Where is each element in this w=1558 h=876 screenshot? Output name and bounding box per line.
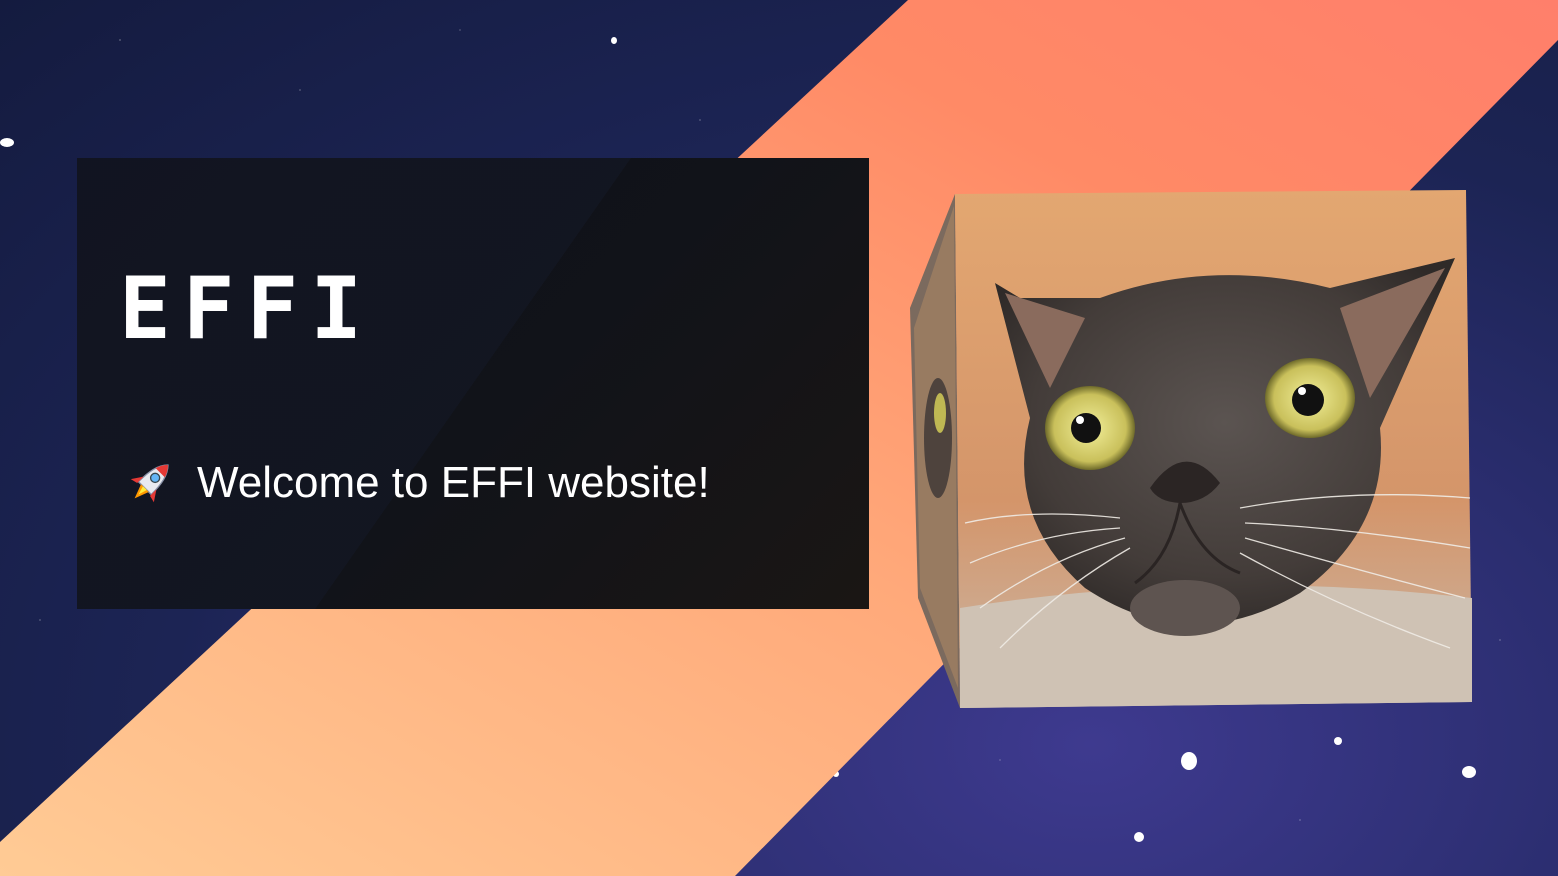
welcome-message: Welcome to EFFI website! [121,454,710,512]
rotating-cat-cube [910,188,1472,712]
cat-face-image [910,190,1472,708]
rocket-icon [121,454,179,512]
hero-card: EFFI Welcome to EFFI website! [77,158,869,609]
site-title: EFFI [119,259,375,359]
page-root: EFFI Welcome to EFFI website! [0,0,1558,876]
welcome-text: Welcome to EFFI website! [197,458,710,507]
